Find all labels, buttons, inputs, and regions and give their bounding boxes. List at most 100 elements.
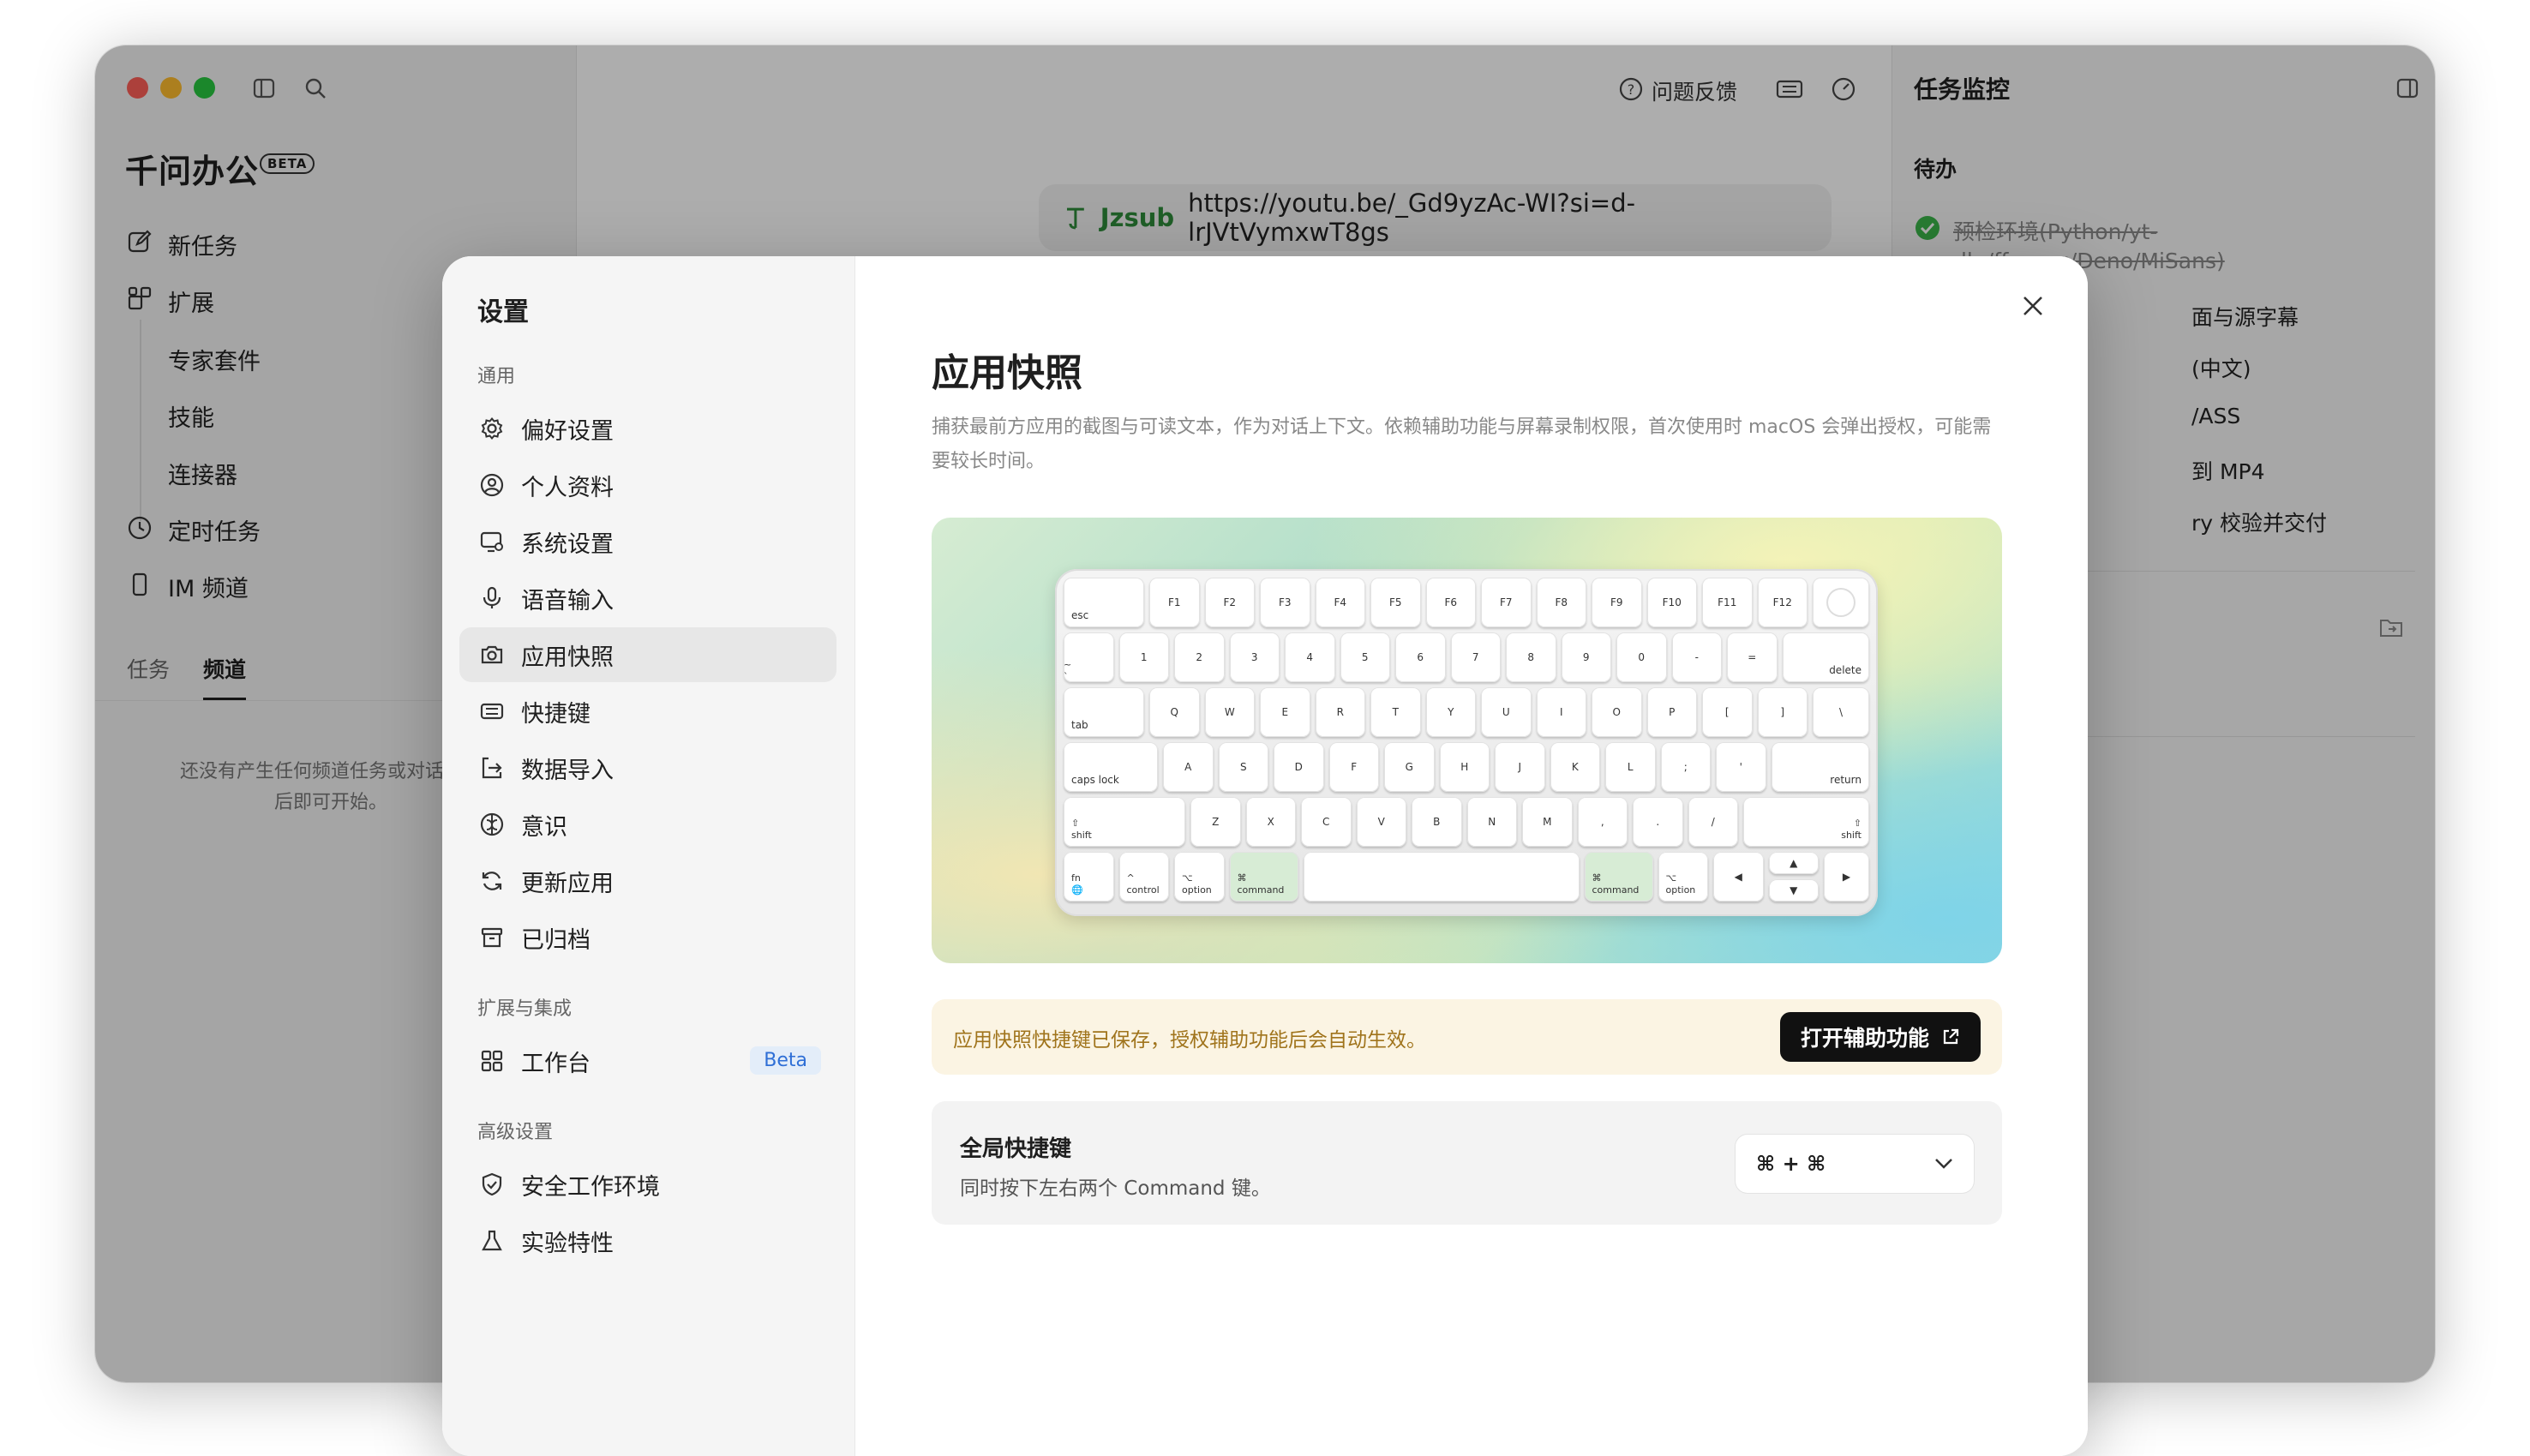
shortcut-card: 全局快捷键 同时按下左右两个 Command 键。 ⌘ + ⌘ — [932, 1101, 2002, 1225]
key: ⌘ command — [1229, 852, 1298, 902]
key: F2 — [1204, 578, 1255, 627]
key: ▼ — [1768, 879, 1819, 902]
key: ⇧ shift — [1064, 797, 1185, 847]
key: ' — [1716, 742, 1766, 792]
settings-item-import[interactable]: 数据导入 — [459, 740, 836, 795]
settings-item-label: 应用快照 — [521, 644, 614, 671]
settings-item-prefs[interactable]: 偏好设置 — [459, 401, 836, 456]
settings-item-system[interactable]: 系统设置 — [459, 514, 836, 569]
key: 8 — [1506, 632, 1556, 682]
key: F — [1328, 742, 1379, 792]
settings-item-awareness[interactable]: 意识 — [459, 797, 836, 852]
chevron-down-icon — [1935, 1159, 1952, 1169]
key: F12 — [1757, 578, 1808, 627]
settings-item-voice[interactable]: 语音输入 — [459, 571, 836, 626]
key: 0 — [1616, 632, 1667, 682]
settings-content: 应用快照 捕获最前方应用的截图与可读文本，作为对话上下文。依赖辅助功能与屏幕录制… — [855, 256, 2088, 1456]
gear-icon — [481, 416, 503, 440]
key: ; — [1660, 742, 1711, 792]
key: J — [1495, 742, 1545, 792]
key: L — [1605, 742, 1656, 792]
key: caps lock — [1064, 742, 1158, 792]
key: T — [1370, 687, 1421, 737]
key: ⌥ option — [1174, 852, 1225, 902]
settings-item-update[interactable]: 更新应用 — [459, 854, 836, 908]
key: A — [1163, 742, 1214, 792]
key — [1303, 852, 1580, 902]
page-description: 捕获最前方应用的截图与可读文本，作为对话上下文。依赖辅助功能与屏幕录制权限，首次… — [932, 416, 1992, 472]
shortcut-select[interactable]: ⌘ + ⌘ — [1736, 1135, 1974, 1193]
settings-item-label: 语音输入 — [521, 587, 614, 614]
key: ◀ — [1713, 852, 1764, 902]
open-accessibility-button[interactable]: 打开辅助功能 — [1779, 1012, 1981, 1062]
key: ^ control — [1118, 852, 1169, 902]
key: F11 — [1702, 578, 1753, 627]
section-advanced: 高级设置 — [477, 1122, 554, 1143]
settings-item-label: 工作台 — [521, 1050, 591, 1077]
touch-id-key — [1813, 578, 1869, 627]
key: , — [1577, 797, 1628, 847]
shortcut-value: ⌘ + ⌘ — [1756, 1152, 1826, 1176]
key: / — [1688, 797, 1738, 847]
key: ▶ — [1824, 852, 1869, 902]
key: 6 — [1395, 632, 1446, 682]
key: P — [1646, 687, 1697, 737]
settings-sidebar: 设置 通用 偏好设置 个人资料 系统设置 语音输入 应用快照 快捷键 数据导入 — [442, 256, 855, 1456]
key: B — [1412, 797, 1462, 847]
key: O — [1592, 687, 1642, 737]
key: X — [1245, 797, 1296, 847]
settings-item-archived[interactable]: 已归档 — [459, 910, 836, 965]
monitor-icon — [480, 531, 503, 553]
close-icon[interactable] — [2017, 291, 2048, 321]
key: \ — [1813, 687, 1869, 737]
settings-item-label: 安全工作环境 — [521, 1173, 660, 1201]
settings-item-label: 数据导入 — [521, 757, 614, 784]
camera-icon — [481, 645, 503, 664]
shortcut-title: 全局快捷键 — [960, 1136, 1072, 1162]
settings-item-profile[interactable]: 个人资料 — [459, 458, 836, 512]
key: esc — [1064, 578, 1144, 627]
import-icon — [482, 757, 502, 779]
section-extensions: 扩展与集成 — [477, 998, 573, 1020]
settings-item-label: 快捷键 — [521, 700, 591, 728]
key: M — [1522, 797, 1573, 847]
settings-item-snapshot[interactable]: 应用快照 — [459, 627, 836, 682]
key: 7 — [1450, 632, 1501, 682]
settings-item-label: 已归档 — [521, 926, 591, 954]
settings-item-experimental[interactable]: 实验特性 — [459, 1213, 836, 1268]
key: 1 — [1118, 632, 1169, 682]
settings-item-label: 个人资料 — [521, 474, 614, 501]
key: I — [1536, 687, 1586, 737]
settings-item-workbench[interactable]: 工作台 Beta — [459, 1034, 836, 1088]
settings-item-secure-env[interactable]: 安全工作环境 — [459, 1157, 836, 1212]
page-title: 应用快照 — [932, 351, 1082, 395]
archive-icon — [481, 927, 503, 948]
user-circle-icon — [480, 473, 504, 497]
settings-item-label: 偏好设置 — [521, 417, 614, 445]
key: = — [1727, 632, 1778, 682]
key: F3 — [1260, 578, 1310, 627]
settings-title: 设置 — [477, 297, 529, 327]
key: F8 — [1536, 578, 1586, 627]
shield-icon — [482, 1172, 502, 1196]
settings-item-label: 更新应用 — [521, 870, 614, 897]
key: ⌘ command — [1584, 852, 1653, 902]
key: 5 — [1340, 632, 1390, 682]
key: E — [1260, 687, 1310, 737]
key: ▲ — [1768, 852, 1819, 874]
key: R — [1315, 687, 1365, 737]
brain-icon — [480, 812, 504, 836]
keyboard-icon — [480, 703, 504, 720]
shortcut-description: 同时按下左右两个 Command 键。 — [960, 1177, 1271, 1200]
section-general: 通用 — [477, 366, 516, 387]
key: . — [1633, 797, 1683, 847]
key: ⇧ shift — [1743, 797, 1869, 847]
key: Q — [1149, 687, 1200, 737]
key: F9 — [1592, 578, 1642, 627]
settings-modal: 设置 通用 偏好设置 个人资料 系统设置 语音输入 应用快照 快捷键 数据导入 — [442, 256, 2088, 1456]
settings-item-shortcuts[interactable]: 快捷键 — [459, 684, 836, 739]
key: ⌥ option — [1658, 852, 1708, 902]
key: - — [1671, 632, 1722, 682]
key: 9 — [1561, 632, 1611, 682]
key: G — [1384, 742, 1435, 792]
